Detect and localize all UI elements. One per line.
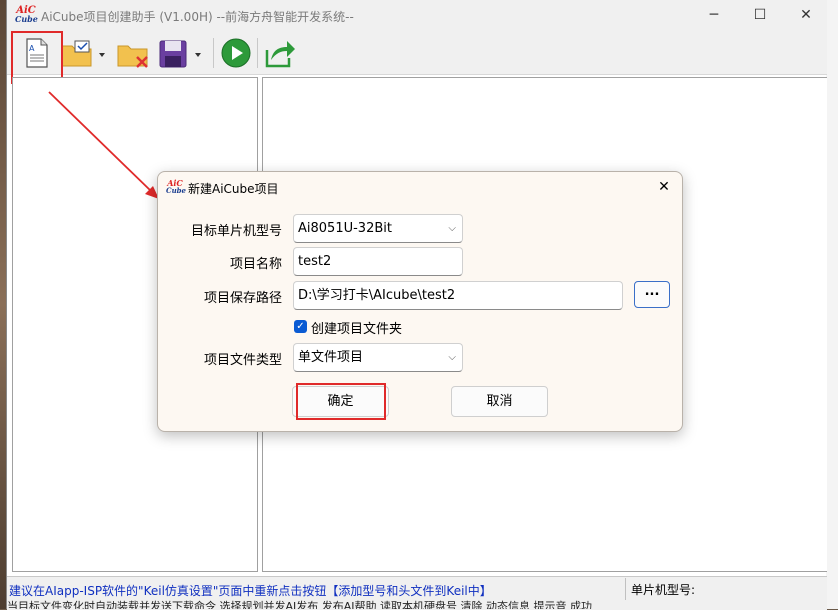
mcu-model-select[interactable]: Ai8051U-32Bit ⌵: [293, 214, 463, 243]
create-folder-label: 创建项目文件夹: [311, 322, 403, 337]
chevron-down-icon: ⌵: [448, 223, 456, 234]
project-name-label: 项目名称: [229, 257, 282, 272]
file-type-label: 项目文件类型: [203, 353, 282, 368]
mcu-model-label: 目标单片机型号: [190, 224, 282, 239]
file-type-select[interactable]: 单文件项目 ⌵: [293, 343, 463, 372]
ok-button-highlight: [296, 383, 386, 420]
save-path-input[interactable]: D:\学习打卡\AIcube\test2: [293, 281, 623, 310]
dialog-close-icon[interactable]: ✕: [654, 177, 674, 197]
dialog-logo-icon: AiC Cube: [166, 178, 187, 195]
create-folder-checkbox[interactable]: ✓: [294, 320, 307, 333]
background-window-edge: [826, 0, 838, 609]
browse-button[interactable]: ...: [634, 281, 670, 308]
save-path-label: 项目保存路径: [203, 291, 282, 306]
chevron-down-icon: ⌵: [448, 352, 456, 363]
dialog-title: 新建AiCube项目: [188, 182, 279, 196]
new-project-dialog: AiC Cube 新建AiCube项目 ✕ 目标单片机型号 Ai8051U-32B…: [157, 171, 683, 432]
cancel-button[interactable]: 取消: [451, 386, 548, 417]
project-name-input[interactable]: test2: [293, 247, 463, 276]
